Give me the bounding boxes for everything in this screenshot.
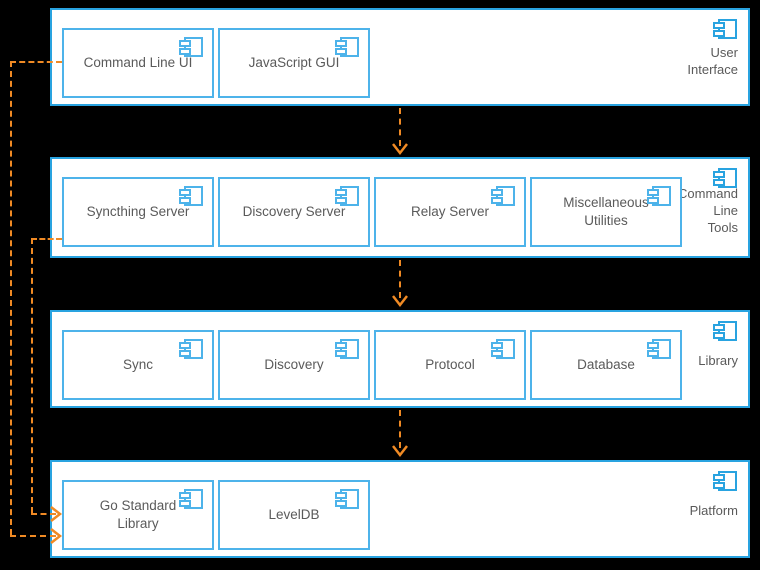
layer-group-user-interface[interactable]: User Interface Command Line UI JavaScrip… [50,8,750,106]
component-sync[interactable]: Sync [62,330,214,400]
layer-group-library[interactable]: Library Sync Discovery Protocol Database [50,310,750,408]
connector-library-to-platform [399,410,401,448]
uml-component-icon [178,36,204,58]
component-label-discovery: Discovery [264,357,324,372]
component-label-database: Database [577,357,635,372]
uml-component-icon [712,18,738,40]
layer-label-platform: Platform [689,503,738,518]
uml-component-icon [646,338,672,360]
connector-syncthing-server-to-platform-vertical [31,238,33,513]
connector-ui-to-cli-tools [399,108,401,146]
arrowhead-ui-to-cli-tools [392,143,408,156]
arrowhead-cli-tools-to-library [392,295,408,308]
component-leveldb[interactable]: LevelDB [218,480,370,550]
component-protocol[interactable]: Protocol [374,330,526,400]
component-go-standard-library[interactable]: Go Standard Library [62,480,214,550]
component-miscellaneous-utilities[interactable]: Miscellaneous Utilities [530,177,682,247]
uml-component-icon [712,320,738,342]
arrowhead-library-to-platform [392,445,408,458]
uml-component-icon [178,488,204,510]
component-label-leveldb: LevelDB [268,507,320,522]
component-javascript-gui[interactable]: JavaScript GUI [218,28,370,98]
component-database[interactable]: Database [530,330,682,400]
arrowhead-command-line-ui-to-platform [50,528,66,544]
connector-cli-tools-to-library [399,260,401,298]
layer-label-user-interface: User Interface [687,45,738,77]
component-relay-server[interactable]: Relay Server [374,177,526,247]
component-label-go-standard-library: Go Standard Library [99,498,177,531]
component-command-line-ui[interactable]: Command Line UI [62,28,214,98]
component-label-sync: Sync [122,357,153,372]
arrowhead-syncthing-server-to-platform [50,506,66,522]
connector-command-line-ui-to-platform-vertical [10,61,12,535]
layer-group-platform[interactable]: Platform Go Standard Library LevelDB [50,460,750,558]
connector-syncthing-server-to-platform-top [31,238,62,240]
component-discovery[interactable]: Discovery [218,330,370,400]
component-label-javascript-gui: JavaScript GUI [248,55,340,70]
uml-component-icon [490,338,516,360]
connector-command-line-ui-to-platform-top [10,61,62,63]
uml-component-icon [334,185,360,207]
component-label-protocol: Protocol [425,357,475,372]
uml-component-icon [646,185,672,207]
component-label-relay-server: Relay Server [410,204,490,219]
uml-component-icon [334,338,360,360]
uml-component-icon [490,185,516,207]
uml-component-icon [178,185,204,207]
uml-component-icon [334,488,360,510]
uml-component-icon [712,470,738,492]
diagram-canvas: User Interface Command Line UI JavaScrip… [0,0,760,570]
uml-component-icon [178,338,204,360]
component-discovery-server[interactable]: Discovery Server [218,177,370,247]
component-label-miscellaneous-utilities: Miscellaneous Utilities [563,195,649,228]
layer-group-command-line-tools[interactable]: Command Line Tools Syncthing Server Disc… [50,157,750,258]
uml-component-icon [334,36,360,58]
component-syncthing-server[interactable]: Syncthing Server [62,177,214,247]
